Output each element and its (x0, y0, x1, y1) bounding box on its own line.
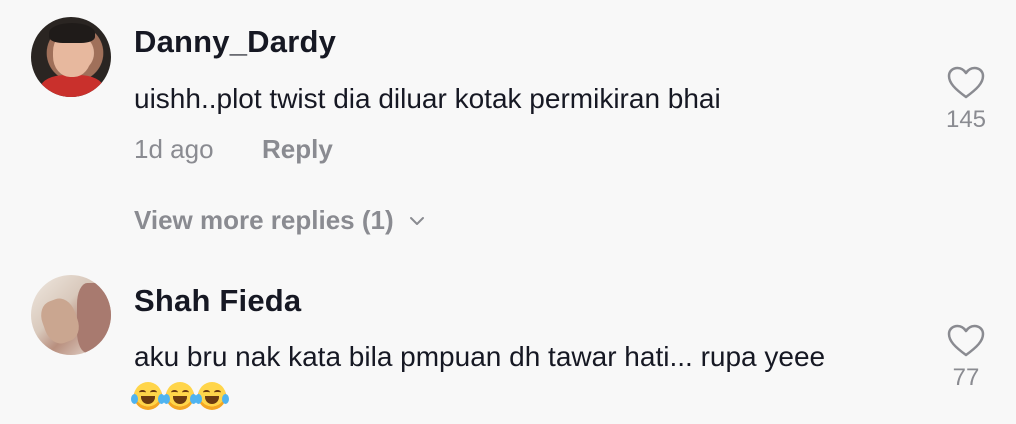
comment-text: uishh..plot twist dia diluar kotak permi… (134, 83, 721, 114)
username[interactable]: Shah Fieda (134, 283, 301, 319)
tears-of-joy-emoji-icon (195, 382, 229, 410)
comment-item: Danny_Dardy uishh..plot twist dia diluar… (0, 0, 1016, 260)
like-count: 77 (952, 364, 980, 391)
reply-button[interactable]: Reply (262, 134, 333, 165)
comment-text: aku bru nak kata bila pmpuan dh tawar ha… (134, 341, 826, 372)
like-button[interactable]: 145 (936, 66, 996, 134)
heart-outline-icon (947, 324, 985, 357)
like-button[interactable]: 77 (936, 324, 996, 392)
view-more-replies-label: View more replies (1) (134, 205, 394, 235)
tears-of-joy-emoji-icon (131, 382, 165, 410)
heart-outline-icon (947, 66, 985, 99)
avatar-shirt (41, 75, 103, 97)
tears-of-joy-emoji-icon (163, 382, 197, 410)
username[interactable]: Danny_Dardy (134, 24, 336, 60)
like-count: 145 (945, 106, 987, 133)
avatar[interactable] (31, 275, 111, 355)
avatar-hair (49, 23, 95, 43)
comment-timestamp: 1d ago (134, 134, 214, 164)
chevron-down-icon (409, 216, 424, 225)
comment-item: Shah Fieda aku bru nak kata bila pmpuan … (0, 262, 1016, 424)
view-more-replies-button[interactable]: View more replies (1) (134, 205, 426, 236)
emoji-row (131, 382, 230, 410)
avatar[interactable] (31, 17, 111, 97)
avatar-cloth (77, 283, 111, 353)
